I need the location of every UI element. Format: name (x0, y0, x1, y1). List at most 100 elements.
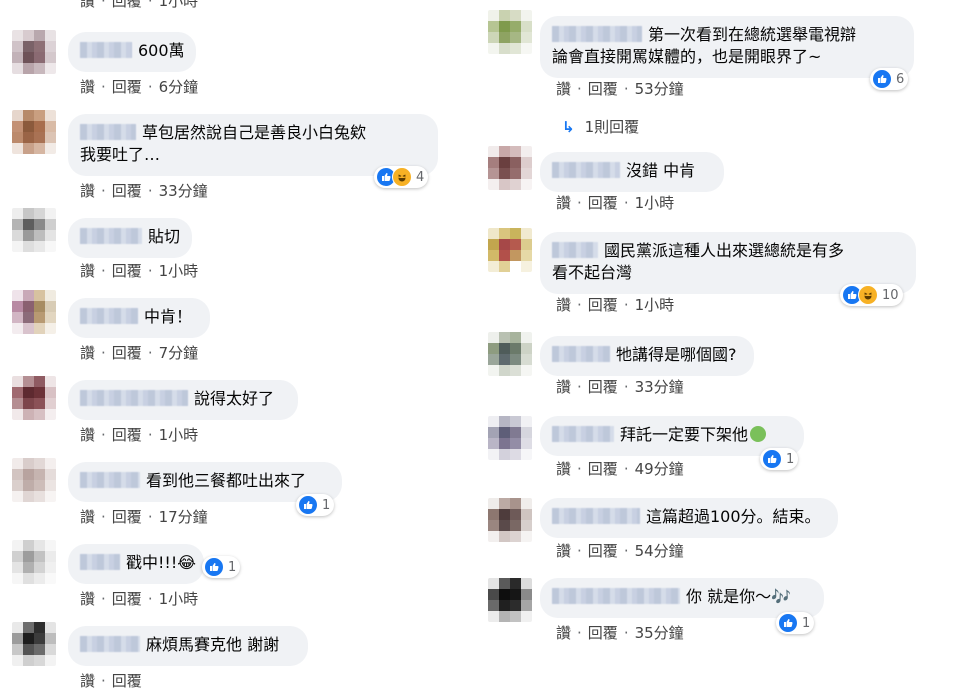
like-link[interactable]: 讚 (80, 506, 95, 527)
commenter-name[interactable] (552, 26, 642, 42)
reaction-count: 10 (882, 287, 899, 303)
comment-time[interactable]: 1小時 (635, 294, 675, 315)
comment-bubble: 第一次看到在總統選舉電視辯 論會直接開罵媒體的，也是開眼界了~ (540, 16, 914, 78)
like-link[interactable]: 讚 (80, 588, 95, 609)
reply-link[interactable]: 回覆 (112, 506, 142, 527)
avatar[interactable] (488, 228, 532, 272)
reply-link[interactable]: 回覆 (112, 180, 142, 201)
reply-link[interactable]: 回覆 (588, 78, 618, 99)
avatar[interactable] (488, 332, 532, 376)
haha-reaction-icon (392, 167, 412, 187)
like-link[interactable]: 讚 (556, 622, 571, 643)
commenter-name[interactable] (552, 426, 614, 442)
comment-time[interactable]: 6分鐘 (159, 76, 199, 97)
reaction-summary[interactable]: 6 (870, 68, 909, 90)
comment-time[interactable]: 1小時 (159, 260, 199, 281)
comment-time[interactable]: 35分鐘 (635, 622, 684, 643)
reply-link[interactable]: 回覆 (588, 540, 618, 561)
reaction-summary[interactable]: 1 (776, 612, 815, 634)
reply-link[interactable]: 回覆 (112, 342, 142, 363)
reaction-summary[interactable]: 1 (296, 494, 335, 516)
reply-link[interactable]: 回覆 (112, 0, 142, 11)
comment-time[interactable]: 7分鐘 (159, 342, 199, 363)
comment-time[interactable]: 1小時 (159, 0, 199, 11)
avatar[interactable] (488, 10, 532, 54)
commenter-name[interactable] (80, 228, 142, 244)
reaction-summary[interactable]: 4 (374, 166, 429, 188)
reaction-summary[interactable]: 1 (202, 556, 241, 578)
avatar[interactable] (12, 290, 56, 334)
comment-time[interactable]: 1小時 (635, 192, 675, 213)
comment-text: 麻煩馬賽克他 謝謝 (146, 635, 280, 654)
avatar[interactable] (12, 622, 56, 666)
reply-link[interactable]: 回覆 (112, 424, 142, 445)
reply-link[interactable]: 回覆 (588, 376, 618, 397)
reply-link[interactable]: 回覆 (588, 458, 618, 479)
commenter-name[interactable] (552, 242, 598, 258)
reply-link[interactable]: 回覆 (112, 588, 142, 609)
like-link[interactable]: 讚 (80, 76, 95, 97)
like-link[interactable]: 讚 (556, 294, 571, 315)
commenter-name[interactable] (552, 346, 610, 362)
like-link[interactable]: 讚 (80, 260, 95, 281)
comment-bubble: 你 就是你～🎶 (540, 578, 824, 618)
like-link[interactable]: 讚 (80, 670, 95, 691)
avatar[interactable] (12, 376, 56, 420)
avatar[interactable] (12, 30, 56, 74)
like-reaction-icon (762, 449, 782, 469)
reply-link[interactable]: 回覆 (588, 294, 618, 315)
commenter-name[interactable] (80, 554, 120, 570)
comment-bubble: 說得太好了 (68, 380, 298, 420)
comment-bubble: 貼切 (68, 218, 192, 258)
comment-time[interactable]: 33分鐘 (635, 376, 684, 397)
comment-time[interactable]: 1小時 (159, 424, 199, 445)
like-link[interactable]: 讚 (556, 376, 571, 397)
reaction-summary[interactable]: 10 (840, 284, 903, 306)
comment-text: 貼切 (148, 227, 181, 246)
comment-text: 這篇超過100分。結束。 (646, 507, 821, 526)
commenter-name[interactable] (552, 588, 680, 604)
reply-link[interactable]: 回覆 (112, 670, 142, 691)
reply-link[interactable]: 回覆 (112, 260, 142, 281)
commenter-name[interactable] (80, 42, 132, 58)
reaction-summary[interactable]: 1 (760, 448, 799, 470)
commenter-name[interactable] (80, 390, 188, 406)
comment-text: 中肯！ (144, 307, 193, 326)
commenter-name[interactable] (552, 508, 640, 524)
commenter-name[interactable] (80, 124, 136, 140)
like-link[interactable]: 讚 (80, 180, 95, 201)
avatar[interactable] (488, 146, 532, 190)
reply-link[interactable]: 回覆 (112, 76, 142, 97)
like-reaction-icon (204, 557, 224, 577)
avatar[interactable] (12, 540, 56, 584)
commenter-name[interactable] (552, 162, 620, 178)
music-notes-icon: 🎶 (771, 587, 792, 606)
reply-link[interactable]: 回覆 (588, 192, 618, 213)
like-link[interactable]: 讚 (556, 540, 571, 561)
reply-link[interactable]: 回覆 (588, 622, 618, 643)
commenter-name[interactable] (80, 308, 138, 324)
comment-time[interactable]: 53分鐘 (635, 78, 684, 99)
avatar[interactable] (488, 498, 532, 542)
comment-time[interactable]: 54分鐘 (635, 540, 684, 561)
like-link[interactable]: 讚 (556, 192, 571, 213)
view-replies-link[interactable]: ↳ 1則回覆 (562, 116, 639, 137)
like-link[interactable]: 讚 (80, 0, 95, 11)
comment-time[interactable]: 1小時 (159, 588, 199, 609)
avatar[interactable] (12, 208, 56, 252)
like-reaction-icon (872, 69, 892, 89)
comment-time[interactable]: 33分鐘 (159, 180, 208, 201)
avatar[interactable] (12, 458, 56, 502)
avatar[interactable] (488, 578, 532, 622)
avatar[interactable] (12, 110, 56, 154)
commenter-name[interactable] (80, 636, 140, 652)
like-link[interactable]: 讚 (556, 78, 571, 99)
like-link[interactable]: 讚 (80, 424, 95, 445)
like-link[interactable]: 讚 (556, 458, 571, 479)
comment-time[interactable]: 17分鐘 (159, 506, 208, 527)
comment-time[interactable]: 49分鐘 (635, 458, 684, 479)
like-link[interactable]: 讚 (80, 342, 95, 363)
commenter-name[interactable] (80, 472, 140, 488)
avatar[interactable] (488, 416, 532, 460)
comments-column-left: 讚 · 回覆 · 1小時 600萬 讚 · 回覆 · 6分鐘 草包居然說自己是善良小白兔欸 我要… (0, 0, 478, 690)
